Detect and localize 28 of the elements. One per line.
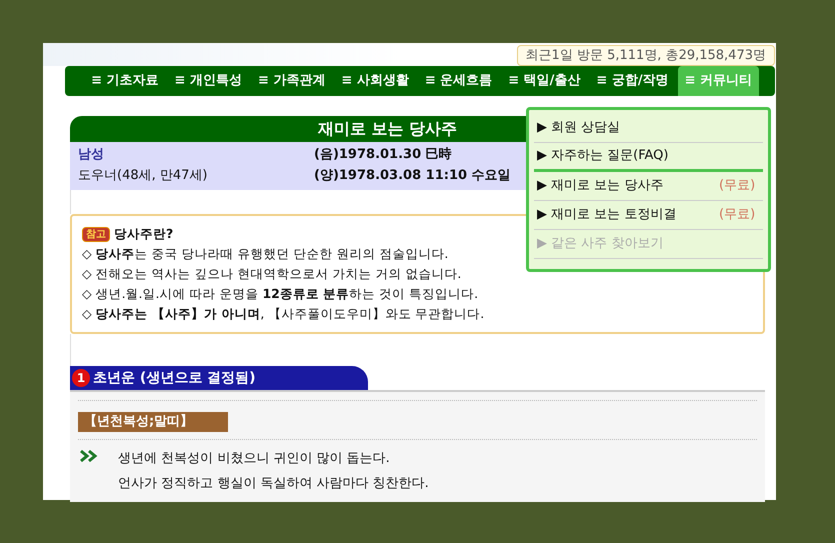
menu-item[interactable]: ▶ 자주하는 질문(FAQ)	[534, 143, 763, 172]
note-line: ◇ 전해오는 역사는 깊으나 현대역학으로서 가치는 거의 없습니다.	[82, 265, 462, 283]
nav-tab[interactable]: ≡ 궁합/작명	[589, 66, 676, 96]
note-line: ◇ 생년.월.일.시에 따라 운명을 12종류로 분류하는 것이 특징입니다.	[82, 285, 480, 303]
person-name: 도우너(48세, 만47세)	[78, 167, 208, 185]
menu-item[interactable]: ▶ 재미로 보는 토정비결 (무료)	[534, 201, 763, 230]
menu-item[interactable]: ▶ 재미로 보는 당사주 (무료)	[534, 172, 763, 201]
solar-date: (양)1978.03.08 11:10 수요일	[314, 167, 511, 185]
section-label: 【년천복성;말띠】	[78, 412, 228, 432]
note-heading: 당사주란?	[114, 225, 174, 243]
nav-tab[interactable]: ≡ 기초자료	[84, 66, 166, 96]
menu-item[interactable]: ▶ 회원 상담실	[534, 114, 763, 143]
note-line: ◇ 당사주는 【사주】가 아니며, 【사주풀이도우미】와도 무관합니다.	[82, 305, 486, 323]
section-title: 초년운 (생년으로 결정됨)	[93, 368, 256, 388]
gender-label: 남성	[78, 146, 105, 164]
nav-tab[interactable]: ≡ 사회생활	[334, 66, 416, 96]
note-line: ◇ 당사주는 중국 당나라때 유행했던 단순한 원리의 점술입니다.	[82, 245, 450, 263]
note-tag: 참고	[82, 226, 110, 242]
nav-tab[interactable]: ≡ 가족관계	[250, 66, 332, 96]
double-chevron-icon	[80, 449, 100, 463]
visitor-counter: 최근1일 방문 5,111명, 총29,158,473명	[516, 45, 775, 66]
nav-tab[interactable]: ≡ 운세흐름	[418, 66, 500, 96]
lunar-date: (음)1978.01.30 巳時	[314, 146, 452, 164]
section-number-badge: 1	[72, 369, 90, 387]
fortune-text: 생년에 천복성이 비쳤으니 귀인이 많이 돕는다.	[118, 450, 391, 468]
nav-tab[interactable]: ≡ 개인특성	[168, 66, 249, 96]
fortune-text: 언사가 정직하고 행실이 독실하여 사람마다 칭찬한다.	[118, 475, 429, 493]
nav-tab[interactable]: ≡ 택일/출산	[501, 66, 588, 96]
